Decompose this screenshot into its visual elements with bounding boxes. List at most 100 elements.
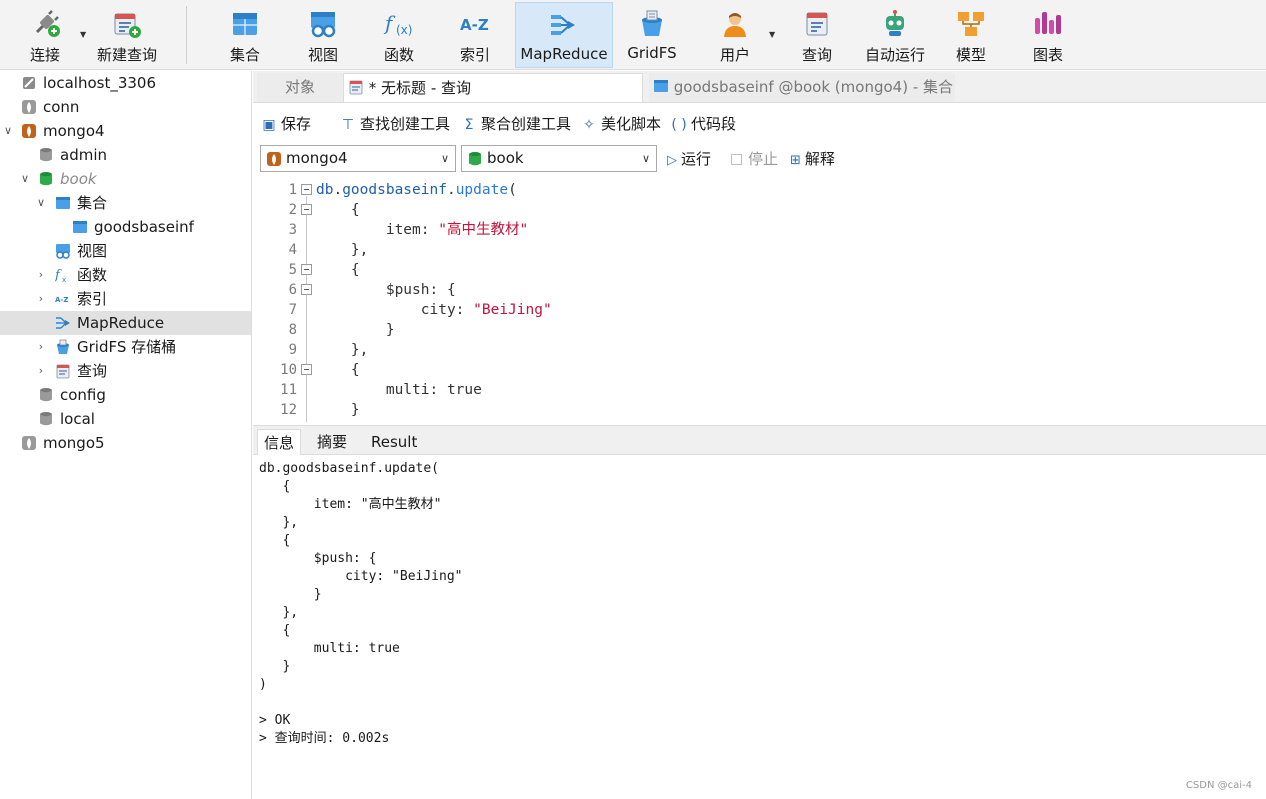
fold-toggle[interactable] <box>301 264 312 275</box>
chevron-down-icon[interactable]: ▼ <box>80 30 86 39</box>
stop-icon <box>731 154 742 165</box>
tree-item-label: mongo4 <box>43 122 105 140</box>
query-icon <box>349 80 363 95</box>
fold-toggle[interactable] <box>301 204 312 215</box>
chevron-down-icon[interactable]: ∨ <box>35 191 47 215</box>
new-query-icon <box>114 13 141 38</box>
tree-item-book[interactable]: ∨ book <box>0 167 251 191</box>
tree-item-label: 查询 <box>77 362 108 380</box>
explain-button[interactable]: ⊞ 解释 <box>790 148 835 170</box>
gridfs-bucket-icon <box>57 339 69 354</box>
output-line: city: "BeiJing" <box>259 569 463 584</box>
find-builder-button[interactable]: ⊤ 查找创建工具 <box>339 113 450 135</box>
tree-item-goodsbaseinf[interactable]: goodsbaseinf <box>0 215 251 239</box>
line-number: 3 <box>288 222 297 238</box>
index-button[interactable]: A-Z 索引 <box>442 2 508 68</box>
code-token: item: <box>316 222 439 238</box>
chevron-down-icon[interactable]: ∨ <box>19 167 31 191</box>
tree-item-label: MapReduce <box>77 314 165 332</box>
tab-info[interactable]: 信息 <box>257 429 302 455</box>
view-button[interactable]: 视图 <box>290 2 356 68</box>
stop-button[interactable]: 停止 <box>731 148 778 170</box>
auto-run-label: 自动运行 <box>864 46 925 64</box>
tree-item-localhost-3306[interactable]: localhost_3306 <box>0 71 251 95</box>
tree-item-config[interactable]: config <box>0 383 251 407</box>
tree-item-functions[interactable]: › f x 函数 <box>0 263 251 287</box>
tree-item-local[interactable]: local <box>0 407 251 431</box>
save-button[interactable]: ▣ 保存 <box>260 113 311 135</box>
tab-objects[interactable]: 对象 <box>257 73 343 102</box>
model-icon <box>958 12 984 36</box>
tab-collection-goodsbaseinf[interactable]: goodsbaseinf @book (mongo4) - 集合 <box>649 73 955 102</box>
snippet-button[interactable]: ( ) 代码段 <box>670 113 736 135</box>
toolbar-divider <box>186 6 187 64</box>
tree-item-mongo5[interactable]: mongo5 <box>0 431 251 455</box>
fold-toggle[interactable] <box>301 184 312 195</box>
output-line: }, <box>259 605 299 620</box>
query-button[interactable]: 查询 <box>784 2 850 68</box>
tree-item-gridfs[interactable]: › GridFS 存储桶 <box>0 335 251 359</box>
auto-run-button[interactable]: 自动运行 <box>858 2 932 68</box>
svg-text:(x): (x) <box>396 23 412 37</box>
gridfs-bucket-icon <box>642 10 662 36</box>
aggregate-builder-button[interactable]: Σ 聚合创建工具 <box>460 113 571 135</box>
gridfs-button[interactable]: GridFS <box>620 2 684 68</box>
output-line: { <box>259 623 291 638</box>
chevron-down-icon[interactable]: ∨ <box>2 119 14 143</box>
collection-button[interactable]: 集合 <box>212 2 278 68</box>
tab-label: 对象 <box>284 78 315 96</box>
tab-summary[interactable]: 摘要 <box>311 429 353 455</box>
tab-label: Result <box>371 433 418 451</box>
code-line: $push: { <box>316 282 456 298</box>
chevron-down-icon[interactable]: ▼ <box>769 30 775 39</box>
watermark: CSDN @cai-4 <box>1185 780 1252 791</box>
function-icon: f (x) <box>383 11 412 37</box>
tree-item-indexes[interactable]: › A-Z 索引 <box>0 287 251 311</box>
tree-item-mongo4[interactable]: ∨ mongo4 <box>0 119 251 143</box>
model-button[interactable]: 模型 <box>938 2 1004 68</box>
tree-item-mapreduce[interactable]: MapReduce <box>0 311 251 335</box>
sort-az-icon: A-Z <box>460 16 489 34</box>
connect-button[interactable]: 连接 <box>8 2 82 68</box>
output-line: ) <box>259 677 267 692</box>
tree-item-label: local <box>60 410 95 428</box>
collection-icon <box>56 197 70 209</box>
database-select[interactable]: book ∨ <box>461 145 657 172</box>
user-button[interactable]: 用户 <box>702 2 768 68</box>
stop-label: 停止 <box>748 150 779 168</box>
tree-item-queries[interactable]: › 查询 <box>0 359 251 383</box>
code-line: { <box>316 262 360 278</box>
line-number: 5 <box>288 262 297 278</box>
function-button[interactable]: f (x) 函数 <box>366 2 432 68</box>
new-query-label: 新建查询 <box>96 46 157 64</box>
database-icon <box>40 148 52 162</box>
code-line: multi: true <box>316 382 482 398</box>
tree-item-collections[interactable]: ∨ 集合 <box>0 191 251 215</box>
tab-result[interactable]: Result <box>365 429 423 455</box>
new-query-button[interactable]: 新建查询 <box>94 2 160 68</box>
svg-text:A-Z: A-Z <box>460 16 489 34</box>
view-label: 视图 <box>307 46 338 64</box>
code-editor[interactable]: 1 2 3 4 5 6 7 8 9 10 11 12 db.goodsbasei… <box>253 178 1266 422</box>
fold-toggle[interactable] <box>301 364 312 375</box>
code-token: goodsbaseinf <box>342 182 447 198</box>
tab-untitled-query[interactable]: * 无标题 - 查询 <box>343 73 643 102</box>
chevron-right-icon[interactable]: › <box>35 287 47 311</box>
run-button[interactable]: ▷ 运行 <box>667 148 711 170</box>
tree-item-label: 集合 <box>77 194 108 212</box>
tree-item-admin[interactable]: admin <box>0 143 251 167</box>
tree-item-views[interactable]: 视图 <box>0 239 251 263</box>
chevron-right-icon[interactable]: › <box>35 263 47 287</box>
mapreduce-button[interactable]: MapReduce <box>515 2 613 68</box>
mongodb-leaf-icon <box>22 436 36 450</box>
connection-tree: localhost_3306 conn ∨ mongo4 admin ∨ boo… <box>0 71 252 799</box>
tree-item-conn[interactable]: conn <box>0 95 251 119</box>
database-icon <box>469 152 481 166</box>
connection-select[interactable]: mongo4 ∨ <box>260 145 456 172</box>
fold-toggle[interactable] <box>301 284 312 295</box>
beautify-button[interactable]: ✧ 美化脚本 <box>580 113 661 135</box>
chart-button[interactable]: 图表 <box>1015 2 1081 68</box>
code-token: update <box>455 182 509 198</box>
chevron-right-icon[interactable]: › <box>35 335 47 359</box>
chevron-right-icon[interactable]: › <box>35 359 47 383</box>
